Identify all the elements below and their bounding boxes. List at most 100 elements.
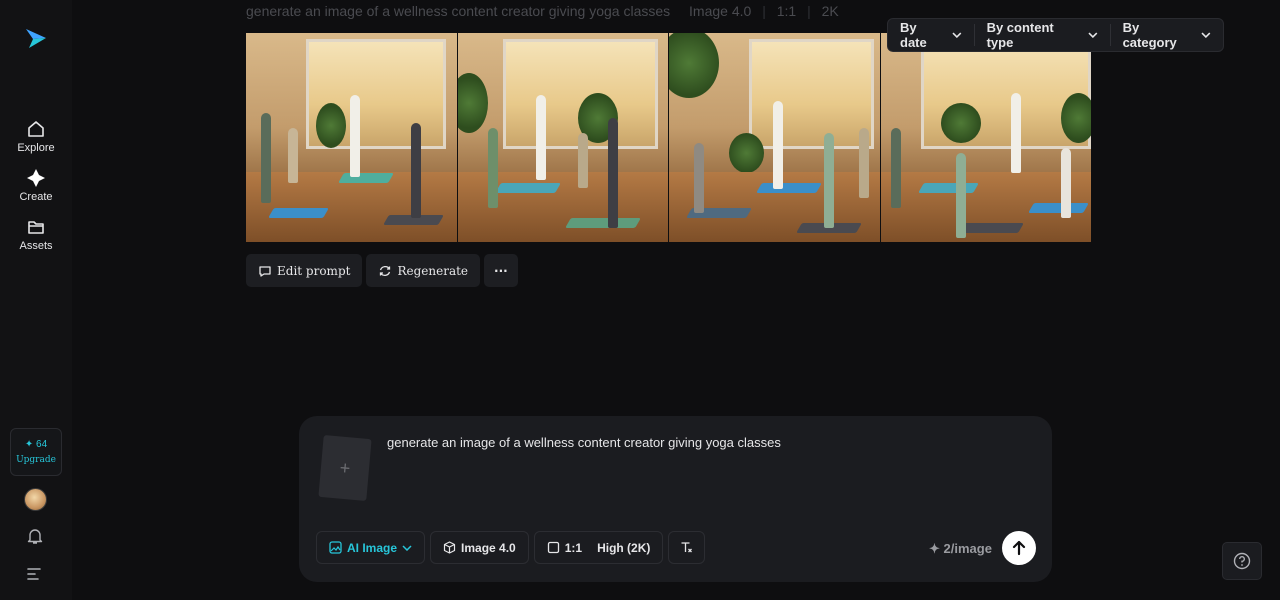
text-format-icon	[681, 542, 693, 553]
student	[1060, 148, 1071, 218]
mat	[957, 223, 1024, 233]
separator: |	[807, 3, 811, 19]
composer-options: AI Image Image 4.0 1:1 High (2K)	[316, 531, 706, 564]
model-select[interactable]: Image 4.0	[430, 531, 529, 564]
instructor	[535, 95, 546, 180]
chevron-down-icon	[402, 544, 412, 551]
mat	[564, 218, 641, 228]
ratio-quality-select[interactable]: 1:1 High (2K)	[533, 531, 664, 564]
sparkle-icon	[27, 169, 45, 187]
sidebar-item-assets[interactable]: Assets	[0, 217, 72, 252]
sidebar-item-create[interactable]: Create	[0, 168, 72, 203]
refresh-icon	[380, 265, 391, 276]
mode-select[interactable]: AI Image	[316, 531, 426, 564]
ratio-label: 1:1	[564, 540, 583, 555]
student	[890, 128, 901, 208]
student	[859, 128, 869, 198]
generated-image[interactable]	[457, 33, 668, 242]
filter-by-category[interactable]: By category	[1111, 19, 1223, 51]
regenerate-label: Regenerate	[397, 263, 469, 278]
image-icon	[329, 541, 342, 554]
cube-icon	[443, 541, 456, 554]
edit-prompt-label: Edit prompt	[277, 263, 351, 278]
generation-prompt-header: generate an image of a wellness content …	[246, 3, 839, 19]
menu-icon[interactable]	[26, 565, 44, 583]
filter-label: By content type	[986, 20, 1054, 50]
student	[694, 143, 704, 213]
filter-by-content-type[interactable]: By content type	[975, 19, 1110, 51]
separator: |	[762, 3, 766, 19]
chevron-down-icon	[1088, 32, 1098, 38]
image-gallery	[246, 33, 1091, 242]
plant	[316, 103, 346, 148]
generated-image[interactable]	[880, 33, 1091, 242]
mat	[756, 183, 822, 193]
quality-label: High (2K)	[597, 540, 651, 555]
cost-per-image: ✦ 2/image	[929, 541, 992, 556]
credits-count: ✦ 64	[24, 439, 48, 450]
logo-icon[interactable]	[24, 26, 48, 50]
student	[955, 153, 966, 238]
mat	[917, 183, 979, 193]
sidebar: Explore Create Assets ✦ 64 Upgrade	[0, 0, 72, 600]
plant	[669, 33, 719, 98]
header-ratio: 1:1	[776, 3, 797, 19]
sidebar-item-label: Explore	[17, 142, 55, 154]
plus-icon: +	[338, 457, 352, 478]
edit-prompt-button[interactable]: Edit prompt	[246, 254, 363, 287]
filter-by-date[interactable]: By date	[888, 19, 974, 51]
student	[411, 123, 421, 218]
more-icon: ···	[494, 263, 508, 278]
credits-upgrade-card[interactable]: ✦ 64 Upgrade	[10, 428, 62, 476]
prompt-input[interactable]: generate an image of a wellness content …	[387, 435, 781, 450]
plant	[729, 133, 764, 173]
generated-image[interactable]	[669, 33, 880, 242]
avatar[interactable]	[24, 488, 47, 511]
mat	[1027, 203, 1089, 213]
image-actions: Edit prompt Regenerate ···	[246, 254, 518, 287]
student	[607, 118, 618, 228]
mode-label: AI Image	[347, 540, 398, 555]
more-options-button[interactable]: ···	[484, 254, 518, 287]
credits-count-value: 64	[36, 439, 48, 450]
regenerate-button[interactable]: Regenerate	[366, 254, 481, 287]
header-resolution: 2K	[821, 3, 839, 19]
instructor	[1010, 93, 1021, 173]
generated-image[interactable]	[246, 33, 457, 242]
help-button[interactable]	[1222, 542, 1262, 580]
mat	[494, 183, 561, 193]
sidebar-item-explore[interactable]: Explore	[0, 119, 72, 154]
header-model: Image 4.0	[689, 3, 752, 19]
upgrade-link[interactable]: Upgrade	[16, 455, 56, 465]
square-icon	[547, 541, 559, 554]
bell-icon[interactable]	[26, 527, 44, 545]
student	[261, 113, 271, 203]
plant	[457, 73, 488, 133]
student	[487, 128, 498, 208]
chevron-down-icon	[952, 32, 962, 38]
filter-label: By category	[1122, 20, 1177, 50]
text-style-button[interactable]	[668, 531, 706, 564]
mat	[338, 173, 394, 183]
home-icon	[28, 121, 44, 137]
student	[288, 128, 298, 183]
cost-label: 2/image	[943, 541, 992, 556]
student	[824, 133, 834, 228]
header-prompt: generate an image of a wellness content …	[246, 3, 671, 19]
plant	[1060, 93, 1091, 143]
prompt-composer: + generate an image of a wellness conten…	[299, 416, 1052, 582]
filter-bar: By date By content type By category	[887, 18, 1224, 52]
sidebar-item-label: Assets	[19, 240, 53, 252]
arrow-up-icon	[1012, 540, 1026, 556]
mat	[268, 208, 329, 218]
chevron-down-icon	[1201, 32, 1211, 38]
sidebar-item-label: Create	[19, 191, 53, 203]
window	[749, 39, 874, 149]
instructor	[350, 95, 360, 177]
student	[577, 133, 588, 188]
model-label: Image 4.0	[461, 540, 516, 555]
generate-button[interactable]	[1002, 531, 1036, 565]
upload-reference-button[interactable]: +	[318, 435, 372, 501]
filter-label: By date	[900, 20, 927, 50]
instructor	[773, 101, 783, 189]
